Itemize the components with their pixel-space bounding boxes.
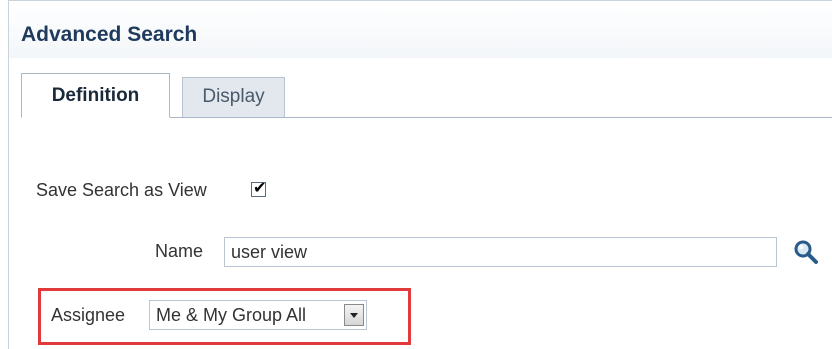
save-search-label: Save Search as View [36, 180, 207, 200]
assignee-label: Assignee [51, 305, 126, 325]
tab-bar: Definition Display [21, 73, 832, 118]
assignee-select-value: Me & My Group All [156, 305, 307, 325]
chevron-down-icon [350, 313, 358, 318]
page-title: Advanced Search [21, 23, 198, 46]
panel-header: Advanced Search [9, 1, 832, 58]
checkmark-icon: ✔ [253, 178, 267, 197]
save-search-checkbox[interactable]: ✔ [251, 178, 266, 197]
tab-definition[interactable]: Definition [21, 73, 170, 118]
assignee-select[interactable]: Me & My Group All [149, 300, 367, 330]
dropdown-button[interactable] [344, 304, 364, 326]
name-label: Name [155, 241, 204, 261]
search-icon[interactable] [792, 238, 820, 266]
tab-display[interactable]: Display [182, 77, 285, 117]
name-field[interactable] [224, 237, 777, 267]
